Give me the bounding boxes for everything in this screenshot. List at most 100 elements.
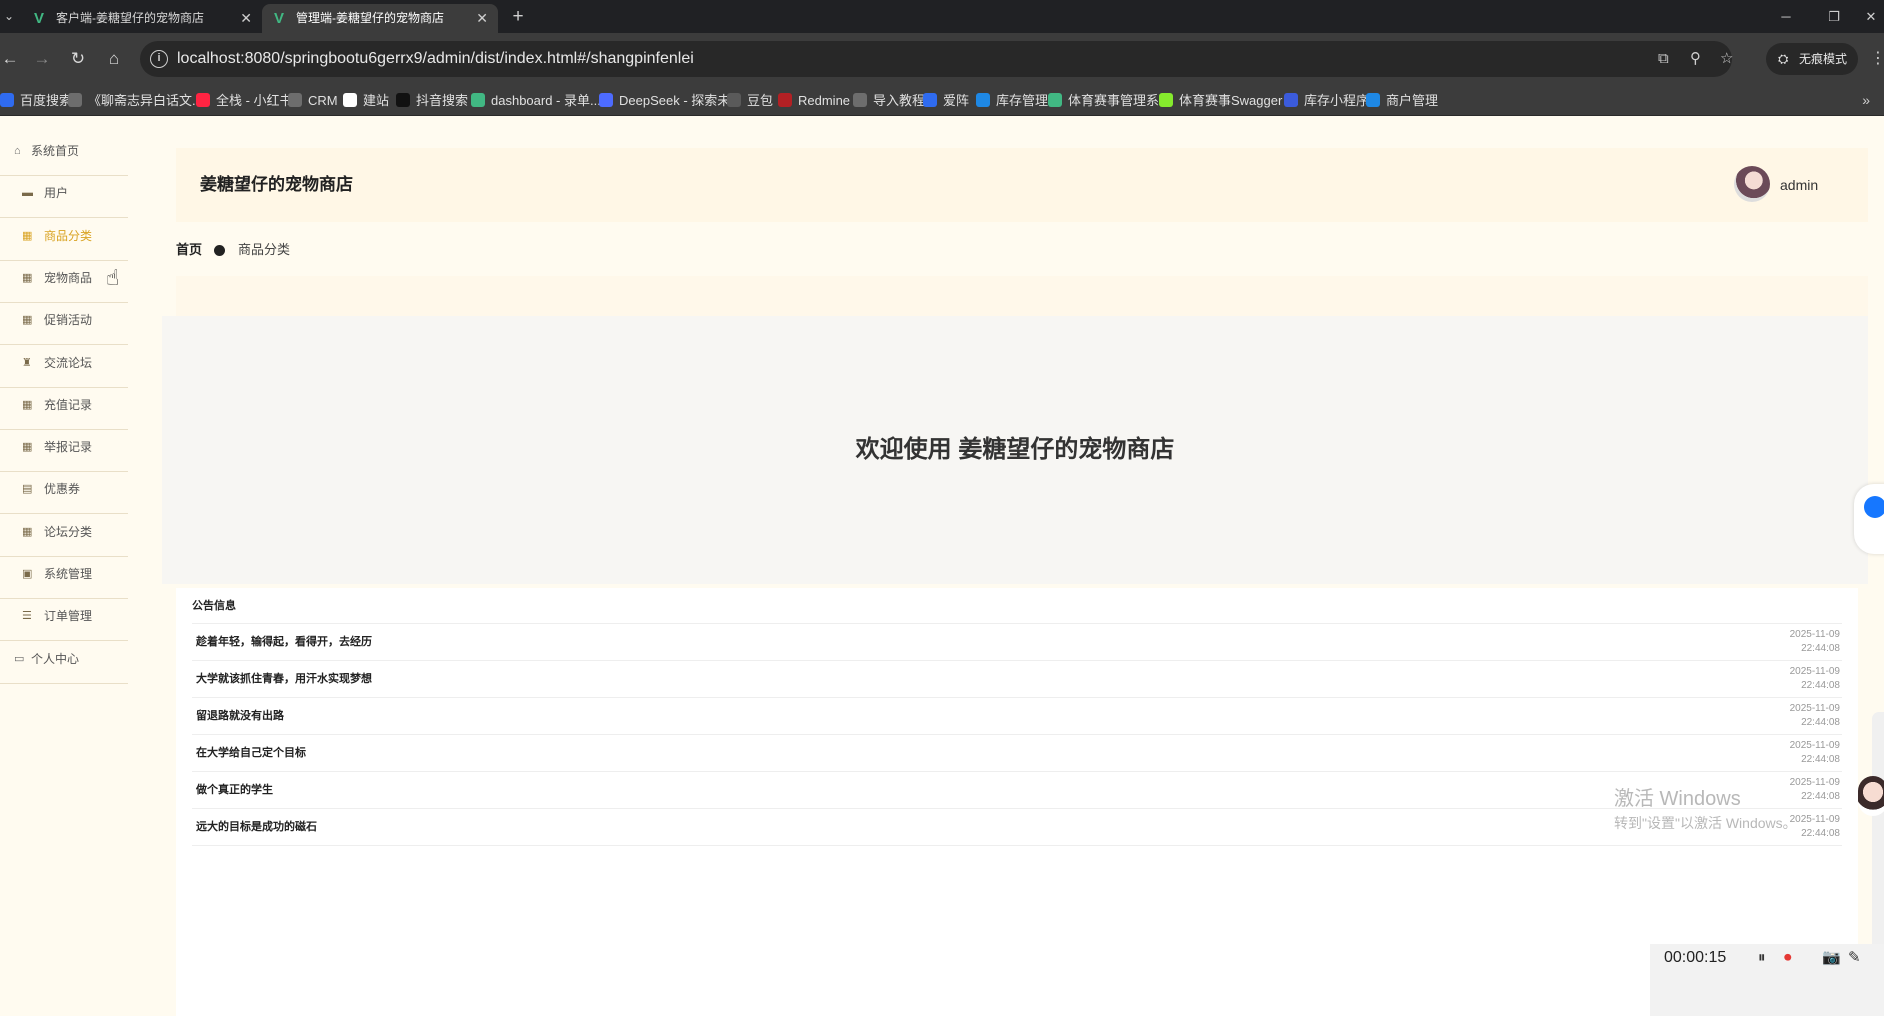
bookmark-label: 豆包 [747,93,774,108]
notice-item-time: 22:44:08 [1801,791,1840,802]
bookmark-item[interactable]: 库存小程序 [1284,85,1369,116]
zoom-icon[interactable]: ⚲ [1690,41,1701,77]
assistant-avatar[interactable] [1858,776,1884,816]
tab-search-icon[interactable]: ⌄ [0,0,18,33]
reload-button[interactable]: ↻ [64,45,92,73]
notice-item[interactable]: 远大的目标是成功的磁石 2025-11-09 22:44:08 [192,809,1842,846]
notice-item-time: 22:44:08 [1801,643,1840,654]
browser-tab-admin[interactable]: V 管理端-姜糖望仔的宠物商店 ✕ [262,4,498,33]
bookmark-item[interactable]: CRM [288,85,338,116]
notice-title: 公告信息 [192,588,1842,624]
home-button[interactable]: ⌂ [100,45,128,73]
bookmark-item[interactable]: 体育赛事管理系统 [1048,85,1172,116]
bookmark-item[interactable]: 抖音搜索 [396,85,468,116]
bookmark-label: 体育赛事Swagger UI [1179,93,1299,108]
windows-activation-watermark: 激活 Windows 转到"设置"以激活 Windows。 [1614,782,1797,833]
side-toolbar[interactable] [1872,712,1884,958]
bookmark-label: 库存管理 [996,93,1049,108]
more-bookmarks-icon[interactable]: » [1862,85,1870,116]
floating-assistant-button[interactable] [1854,484,1884,554]
restore-icon[interactable]: ❐ [1814,0,1854,33]
camera-icon[interactable]: 📷 [1822,944,1841,972]
notice-item-title[interactable]: 做个真正的学生 [196,772,273,809]
tab-title: 客户端-姜糖望仔的宠物商店 [56,11,204,25]
window-close-icon[interactable]: ✕ [1858,0,1884,33]
site-info-icon[interactable]: i [150,50,168,68]
minimize-icon[interactable]: ─ [1766,0,1806,33]
notice-item[interactable]: 大学就该抓住青春，用汗水实现梦想 2025-11-09 22:44:08 [192,661,1842,698]
address-bar[interactable]: i localhost:8080/springbootu6gerrx9/admi… [140,41,1733,77]
recording-time: 00:00:15 [1664,949,1727,966]
notice-item-time: 22:44:08 [1801,717,1840,728]
browser-menu-icon[interactable]: ⋮ [1870,43,1884,75]
notice-item-date: 2025-11-09 [1789,629,1840,640]
bookmark-item[interactable]: 全栈 - 小红书 [196,85,293,116]
bookmark-item[interactable]: 《聊斋志异白话文... [68,85,203,116]
notice-item-datetime: 2025-11-09 22:44:08 [1790,776,1840,804]
notice-item[interactable]: 留退路就没有出路 2025-11-09 22:44:08 [192,698,1842,735]
forward-button[interactable]: → [28,45,56,73]
bookmark-label: DeepSeek - 探索未... [619,93,742,108]
bookmark-item[interactable]: 导入教程 [853,85,925,116]
incognito-indicator[interactable]: ⛭ 无痕模式 [1766,43,1858,75]
bookmark-item[interactable]: Redmine [778,85,850,116]
bookmark-label: 库存小程序 [1304,93,1370,108]
activate-line-1: 激活 Windows [1614,788,1741,810]
bookmark-item[interactable]: DeepSeek - 探索未... [599,85,741,116]
bookmark-favicon-icon [1159,93,1173,107]
bookmark-favicon-icon [343,93,357,107]
app-title: 姜糖望仔的宠物商店 [200,175,353,194]
notice-item-title[interactable]: 在大学给自己定个目标 [196,735,306,772]
translate-icon[interactable]: ⧉ [1658,41,1669,77]
browser-tab-client[interactable]: V 客户端-姜糖望仔的宠物商店 ✕ [22,4,262,33]
bookmark-label: 全栈 - 小红书 [216,93,293,108]
top-header: 姜糖望仔的宠物商店 admin [176,148,1868,222]
notice-item-title[interactable]: 趁着年轻，输得起，看得开，去经历 [196,624,372,661]
bookmark-label: 导入教程 [873,93,926,108]
vue-logo-icon: V [274,10,285,27]
bookmark-favicon-icon [1048,93,1062,107]
notice-item[interactable]: 做个真正的学生 2025-11-09 22:44:08 [192,772,1842,809]
back-button[interactable]: ← [0,45,24,73]
notice-item-title[interactable]: 大学就该抓住青春，用汗水实现梦想 [196,661,372,698]
notice-item-time: 22:44:08 [1801,680,1840,691]
incognito-label: 无痕模式 [1799,52,1848,66]
welcome-text: 欢迎使用 姜糖望仔的宠物商店 [855,436,1175,463]
bookmark-item[interactable]: dashboard - 录单... [471,85,601,116]
breadcrumb-home[interactable]: 首页 [176,238,202,262]
notice-item[interactable]: 趁着年轻，输得起，看得开，去经历 2025-11-09 22:44:08 [192,624,1842,661]
pause-icon[interactable]: ⏸ [1758,944,1766,972]
bookmark-item[interactable]: 库存管理 [976,85,1048,116]
sidebar-item-label: 个人中心 [31,651,80,666]
url-text[interactable]: localhost:8080/springbootu6gerrx9/admin/… [177,41,694,77]
bookmark-item[interactable]: 建站 [343,85,389,116]
bookmark-item[interactable]: 爱阵 [923,85,969,116]
notice-item-title[interactable]: 留退路就没有出路 [196,698,284,735]
sidebar-item[interactable]: ▭ 个人中心 [0,634,128,684]
bookmark-item[interactable]: 体育赛事Swagger UI [1159,85,1299,116]
notice-item-title[interactable]: 远大的目标是成功的磁石 [196,809,317,846]
bookmark-favicon-icon [471,93,485,107]
avatar[interactable] [1734,166,1770,202]
bookmark-item[interactable]: 豆包 [727,85,773,116]
notice-item[interactable]: 在大学给自己定个目标 2025-11-09 22:44:08 [192,735,1842,772]
bookmark-item[interactable]: 商户管理 [1366,85,1438,116]
bookmark-label: 爱阵 [943,93,970,108]
bookmark-favicon-icon [727,93,741,107]
bookmark-favicon-icon [778,93,792,107]
bookmark-label: dashboard - 录单... [491,93,601,108]
bookmark-favicon-icon [0,93,14,107]
notice-item-datetime: 2025-11-09 22:44:08 [1790,665,1840,693]
close-icon[interactable]: ✕ [476,4,488,33]
bookmark-favicon-icon [923,93,937,107]
screen-recorder-bar: 00:00:15 ⏸ ⏺ 📷 ✎ [1650,944,1884,1016]
admin-page: ⌂ 系统首页 ▬ 用户 ▦ 商品分类 ▦ 宠物商品 ▦ 促销活动 ♜ 交流论坛 ▦ 充值记录 ▦ 举报记录 ▤ 优… [0,116,1884,1016]
new-tab-button[interactable]: + [504,4,532,30]
bookmark-item[interactable]: 百度搜索 [0,85,72,116]
stop-record-icon[interactable]: ⏺ [1784,944,1792,972]
username[interactable]: admin [1780,148,1818,222]
pencil-icon[interactable]: ✎ [1848,944,1861,972]
close-icon[interactable]: ✕ [240,4,252,33]
hand-cursor-icon: ☝ [106,265,120,290]
bookmark-star-icon[interactable]: ☆ [1720,41,1733,77]
